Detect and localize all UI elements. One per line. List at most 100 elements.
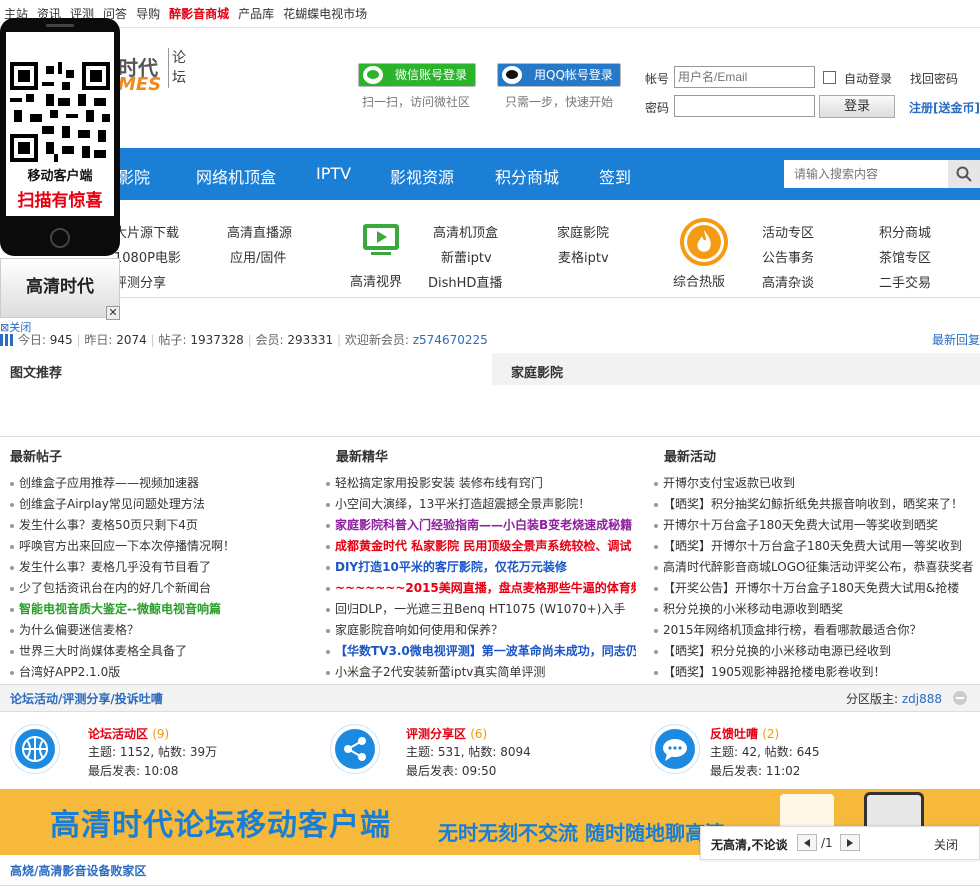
thread-link[interactable]: 发生什么事？麦格几乎没有节目看了 — [10, 558, 326, 575]
logo-mes: MES — [118, 74, 162, 95]
thread-link[interactable]: 呼唤官方出来回应一下本次停播情况啊！ — [10, 537, 326, 554]
banner-subline: 无时无刻不交流 随时随地聊高清 — [438, 821, 725, 845]
thread-link[interactable]: 【晒奖】积分抽奖幻鲸折纸免共振音响收到，晒奖来了！ — [654, 495, 980, 512]
prev-page-button[interactable] — [797, 834, 817, 851]
thread-link[interactable]: 积分兑换的小米移动电源收到晒奖 — [654, 600, 980, 617]
subnav-item[interactable]: 大片源下载 — [114, 222, 179, 241]
search-input[interactable] — [784, 160, 948, 188]
username-input[interactable] — [674, 66, 815, 88]
share-icon[interactable] — [330, 724, 380, 774]
thread-link[interactable]: DIY打造10平米的客厅影院，仅花万元装修 — [326, 558, 636, 575]
subnav-item[interactable]: 高清直播源 — [227, 222, 292, 241]
thread-link[interactable]: 【晒奖】开博尔十万台盒子180天免费大试用一等奖收到 — [654, 537, 980, 554]
thread-link[interactable]: 家庭影院音响如何使用和保养？ — [326, 621, 636, 638]
thread-link[interactable]: 开博尔十万台盒子180天免费大试用一等奖收到晒奖 — [654, 516, 980, 533]
basketball-icon[interactable] — [10, 724, 60, 774]
subnav-item[interactable]: 新蕾iptv — [441, 247, 492, 266]
subnav-item[interactable]: 家庭影院 — [557, 222, 609, 241]
register-link[interactable]: 注册[送金币] — [909, 99, 980, 116]
subnav-item[interactable]: 麦格iptv — [558, 247, 609, 266]
subnav-item[interactable]: DishHD直播 — [428, 272, 502, 291]
thread-link[interactable]: 世界三大时尚媒体麦格全具备了 — [10, 642, 326, 659]
stats-members: 293331 — [287, 333, 334, 347]
thread-link[interactable]: 【晒奖】1905观影神器抢楼电影卷收到！ — [654, 663, 980, 680]
auto-login-label[interactable]: 自动登录 — [844, 70, 892, 87]
logo-suffix: 论坛 — [168, 48, 188, 88]
thread-link[interactable]: 开博尔支付宝返款已收到 — [654, 474, 980, 491]
next-page-button[interactable] — [840, 834, 860, 851]
subnav-item[interactable]: 高清机顶盒 — [433, 222, 498, 241]
subnav-item[interactable]: 积分商城 — [879, 222, 931, 241]
collapse-icon[interactable] — [953, 691, 967, 705]
topbar-link-guide[interactable]: 导购 — [136, 7, 160, 21]
thread-link[interactable]: 创维盒子应用推荐——视频加速器 — [10, 474, 326, 491]
thread-link[interactable]: 发生什么事？麦格50页只剩下4页 — [10, 516, 326, 533]
thread-link[interactable]: 创维盒子Airplay常见问题处理方法 — [10, 495, 326, 512]
nav-settop-box[interactable]: 网络机顶盒 — [196, 164, 276, 188]
subnav-item[interactable]: 二手交易 — [879, 272, 931, 291]
nav-checkin[interactable]: 签到 — [599, 164, 631, 188]
pager-close-button[interactable]: 关闭 — [934, 836, 958, 853]
subnav-item[interactable]: 评测分享 — [114, 272, 166, 291]
board-name-review[interactable]: 评测分享区 (6) — [406, 725, 487, 742]
wechat-login-button[interactable]: 微信账号登录 — [358, 63, 476, 87]
subnav-item[interactable]: 茶馆专区 — [879, 247, 931, 266]
thread-link[interactable]: 为什么偏要迷信麦格？ — [10, 621, 326, 638]
thread-link[interactable]: ~~~~~~~2015美网直播，盘点麦格那些牛逼的体育频道 — [326, 579, 636, 596]
latest-reply-link[interactable]: 最新回复 — [932, 331, 980, 348]
board-name-feedback[interactable]: 反馈吐嘈 (2) — [710, 725, 779, 742]
subnav-hot[interactable]: 综合热版 — [673, 271, 725, 290]
qq-login-button[interactable]: 用QQ帐号登录 — [497, 63, 621, 87]
fire-icon[interactable] — [680, 218, 728, 266]
newest-member-link[interactable]: z574670225 — [413, 333, 488, 347]
find-password-link[interactable]: 找回密码 — [910, 70, 958, 87]
nav-cinema[interactable]: 影院 — [118, 164, 150, 188]
thread-link[interactable]: 智能电视音质大鉴定--微鲸电视音响篇 — [10, 600, 326, 617]
thread-link[interactable]: 【华数TV3.0微电视评测】第一波革命尚未成功，同志仍需努力 — [326, 642, 636, 659]
thread-link[interactable]: 小空间大演绎，13平米打造超震撼全景声影院！ — [326, 495, 636, 512]
search-button[interactable] — [948, 160, 980, 188]
forum-section-title[interactable]: 论坛活动/评测分享/投诉吐嘈 — [10, 690, 163, 707]
nav-iptv[interactable]: IPTV — [316, 164, 351, 183]
thread-link[interactable]: 回归DLP，一光遮三丑Benq HT1075 (W1070+)入手 — [326, 600, 636, 617]
nav-video-resources[interactable]: 影视资源 — [390, 164, 454, 188]
wechat-login-label: 微信账号登录 — [395, 68, 468, 82]
thread-link[interactable]: 家庭影院科普入门经验指南——小白装B变老烧速成秘籍 — [326, 516, 636, 533]
thread-link[interactable]: 小米盒子2代安装新蕾iptv真实简单评测 — [326, 663, 636, 680]
subnav-item[interactable]: 活动专区 — [762, 222, 814, 241]
password-input[interactable] — [674, 95, 815, 117]
phone-home-button — [50, 228, 70, 248]
board-name-activity[interactable]: 论坛活动区 (9) — [88, 725, 169, 742]
thread-link[interactable]: 【开奖公告】开博尔十万台盒子180天免费大试用&抢楼 — [654, 579, 980, 596]
thread-link[interactable]: 【晒奖】积分兑换的小米移动电源已经收到 — [654, 642, 980, 659]
thread-link[interactable]: 2015年网络机顶盒排行榜，看看哪款最适合你？ — [654, 621, 980, 638]
close-icon[interactable]: ✕ — [106, 306, 120, 320]
subnav-item[interactable]: 公告事务 — [762, 247, 814, 266]
thread-link[interactable]: 少了包括资讯台在内的好几个新闻台 — [10, 579, 326, 596]
topbar-link-tv-market[interactable]: 花蝴蝶电视市场 — [283, 7, 367, 21]
hd-view-icon[interactable] — [357, 218, 405, 262]
latest-posts-title: 最新帖子 — [10, 450, 63, 465]
topbar-link-mall[interactable]: 醉影音商城 — [169, 7, 229, 21]
subnav-item[interactable]: 应用/固件 — [230, 247, 286, 266]
auto-login-checkbox[interactable] — [823, 71, 836, 84]
thread-link[interactable]: 成都黄金时代 私家影院 民用顶级全景声系统较检、调试 — [326, 537, 636, 554]
subnav-item[interactable]: 1080P电影 — [114, 247, 181, 266]
thread-link[interactable]: 轻松搞定家用投影安装 装修布线有窍门 — [326, 474, 636, 491]
topbar-link-products[interactable]: 产品库 — [238, 7, 274, 21]
pic-rec-title: 图文推荐 — [10, 366, 63, 381]
subnav-item[interactable]: 高清杂谈 — [762, 272, 814, 291]
thread-link[interactable]: 台湾好APP2.1.0版 — [10, 663, 326, 680]
thread-link[interactable]: 高清时代醉影音商城LOGO征集活动评奖公布，恭喜获奖者 — [654, 558, 980, 575]
login-button[interactable]: 登录 — [819, 95, 895, 118]
subnav-hd-view[interactable]: 高清视界 — [350, 271, 402, 290]
bottom-section-title[interactable]: 高烧/高清影音设备败家区 — [10, 862, 146, 879]
chat-bubble-icon[interactable] — [650, 724, 700, 774]
qr-code-icon[interactable] — [10, 62, 110, 162]
divider — [0, 436, 980, 437]
latest-events-title: 最新活动 — [664, 450, 717, 465]
moderator-link[interactable]: zdj888 — [902, 692, 942, 706]
moderator-label: 分区版主: — [846, 692, 899, 706]
latest-best-title: 最新精华 — [336, 450, 389, 465]
nav-points-mall[interactable]: 积分商城 — [495, 164, 559, 188]
